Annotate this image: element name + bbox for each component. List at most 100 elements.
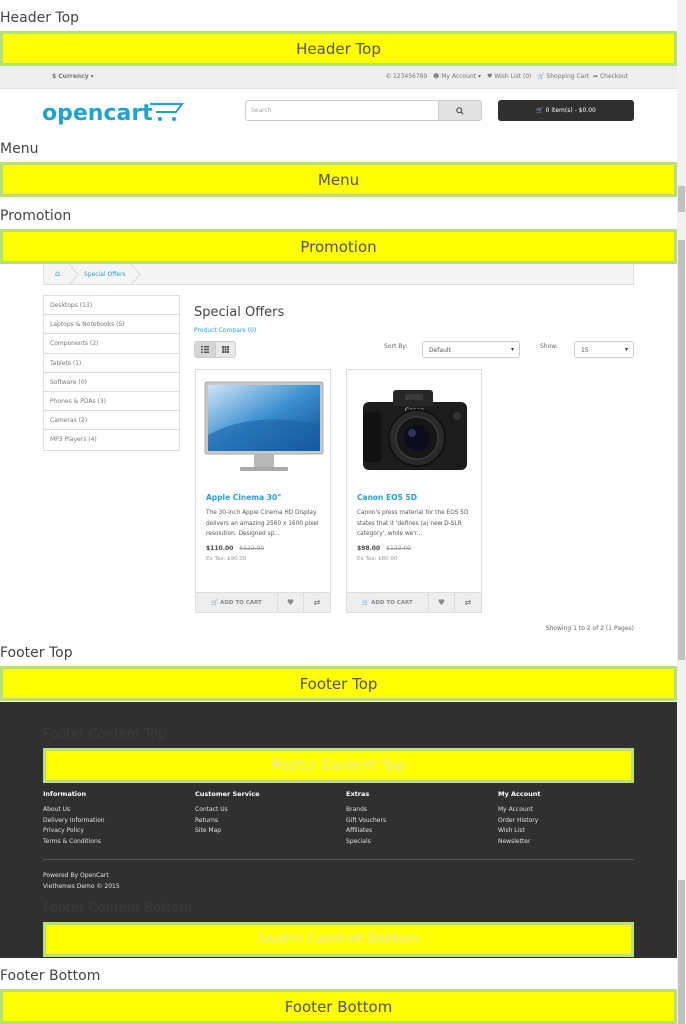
breadcrumb-special-offers[interactable]: Special Offers <box>84 271 126 278</box>
footer-heading: Customer Service <box>195 790 260 798</box>
currency-dropdown[interactable]: $ Currency ▾ <box>52 73 94 80</box>
footer-link[interactable]: Privacy Policy <box>43 826 105 837</box>
category-item[interactable]: Cameras (2) <box>44 411 179 431</box>
product-name-link[interactable]: Apple Cinema 30" <box>206 493 281 502</box>
footer-content-bottom-block: Footer Content Bottom <box>43 922 634 957</box>
caret-down-icon: ▾ <box>510 346 514 353</box>
footer-content-top-label: Footer Content Top <box>43 727 167 742</box>
footer-bottom-label: Footer Bottom <box>0 968 101 984</box>
product-tax: Ex Tax: $80.00 <box>357 556 398 562</box>
footer-column-customer-service: Customer Service Contact Us Returns Site… <box>195 790 260 837</box>
list-icon <box>200 346 209 353</box>
footer-link[interactable]: Contact Us <box>195 805 260 816</box>
heart-icon: ♥ <box>487 73 493 80</box>
footer-link[interactable]: Specials <box>346 837 386 848</box>
logo-text: opencart <box>42 101 153 126</box>
footer-link[interactable]: Delivery Information <box>43 816 105 827</box>
footer-link[interactable]: Affiliates <box>346 826 386 837</box>
menu-block: Menu <box>0 162 677 197</box>
exchange-icon: ⇄ <box>313 598 321 607</box>
cart-icon: 🛒 <box>536 107 544 114</box>
copyright-text: Viethemes Demo © 2015 <box>43 882 120 890</box>
footer-content-bottom-label: Footer Content Bottom <box>43 901 193 916</box>
footer-top-block: Footer Top <box>0 666 677 701</box>
product-button-bar: 🛒 ADD TO CART ♥ ⇄ <box>347 592 481 612</box>
caret-down-icon: ▾ <box>624 346 628 353</box>
category-item[interactable]: Components (2) <box>44 334 179 354</box>
view-toggle <box>194 341 236 358</box>
product-tax: Ex Tax: $90.00 <box>206 556 247 562</box>
footer-link[interactable]: Order History <box>498 816 541 827</box>
product-card-canon-eos: Canon Canon EOS 5D Canon's press materia… <box>346 369 482 613</box>
search-button[interactable] <box>438 100 482 121</box>
opencart-logo[interactable]: opencart <box>42 98 187 130</box>
show-label: Show: <box>540 343 558 350</box>
product-image-monitor[interactable] <box>204 380 324 475</box>
my-account-link[interactable]: ☻ My Account ▾ <box>433 73 481 80</box>
category-item[interactable]: MP3 Players (4) <box>44 430 179 449</box>
cart-icon: 🛒 <box>211 599 219 606</box>
footer-link[interactable]: Wish List <box>498 826 541 837</box>
cart-icon: 🛒 <box>537 73 545 80</box>
checkout-link[interactable]: ➦ Checkout <box>593 73 628 80</box>
product-card-apple-cinema: Apple Cinema 30" The 30-inch Apple Cinem… <box>195 369 331 613</box>
wishlist-button[interactable]: ♥ <box>278 593 304 612</box>
footer-link[interactable]: About Us <box>43 805 105 816</box>
product-name-link[interactable]: Canon EOS 5D <box>357 493 417 502</box>
add-to-cart-button[interactable]: 🛒 ADD TO CART <box>347 593 429 612</box>
search-icon <box>456 106 464 115</box>
exchange-icon: ⇄ <box>464 598 472 607</box>
footer-link[interactable]: Site Map <box>195 826 260 837</box>
compare-button[interactable]: ⇄ <box>455 593 481 612</box>
breadcrumb-separator <box>130 264 141 285</box>
product-image-camera[interactable]: Canon <box>355 382 475 477</box>
list-view-button[interactable] <box>195 342 216 357</box>
compare-button[interactable]: ⇄ <box>304 593 330 612</box>
footer-link[interactable]: My Account <box>498 805 541 816</box>
category-item[interactable]: Desktops (13) <box>44 296 179 316</box>
footer-heading: Extras <box>346 790 370 798</box>
footer-link[interactable]: Returns <box>195 816 260 827</box>
footer-link[interactable]: Newsletter <box>498 837 541 848</box>
cart-button[interactable]: 🛒 0 item(s) - $0.00 <box>498 100 634 121</box>
product-compare-link[interactable]: Product Compare (0) <box>194 327 256 334</box>
scrollbar-thumb[interactable] <box>678 240 685 660</box>
menu-label: Menu <box>0 141 39 157</box>
product-description: The 30-inch Apple Cinema HD Display deli… <box>206 510 319 537</box>
scrollbar-thumb[interactable] <box>678 880 685 1024</box>
opencart-link[interactable]: OpenCart <box>80 872 109 879</box>
page-title: Special Offers <box>194 305 285 320</box>
footer-divider <box>43 859 634 860</box>
promotion-label: Promotion <box>0 208 72 224</box>
category-item[interactable]: Phones & PDAs (3) <box>44 392 179 412</box>
product-description: Canon's press material for the EOS 5D st… <box>357 510 469 537</box>
footer-top-label: Footer Top <box>0 645 73 661</box>
product-price: $110.00 $122.00 <box>206 545 265 552</box>
scrollbar-thumb[interactable] <box>678 186 685 212</box>
product-price: $98.00 $122.00 <box>357 545 411 552</box>
grid-view-button[interactable] <box>216 342 236 357</box>
header-top-block: Header Top <box>0 31 677 66</box>
home-icon[interactable]: ⌂ <box>55 269 60 278</box>
category-item[interactable]: Tablets (1) <box>44 354 179 373</box>
limit-select[interactable]: 15 ▾ <box>574 341 634 358</box>
footer-column-extras: Extras Brands Gift Vouchers Affiliates S… <box>346 790 386 847</box>
category-item[interactable]: Laptops & Notebooks (5) <box>44 315 179 335</box>
footer-link[interactable]: Brands <box>346 805 386 816</box>
breadcrumb: ⌂ Special Offers <box>43 264 634 285</box>
wishlist-button[interactable]: ♥ <box>429 593 455 612</box>
heart-icon: ♥ <box>437 598 446 607</box>
add-to-cart-button[interactable]: 🛒 ADD TO CART <box>196 593 278 612</box>
shopping-cart-link[interactable]: 🛒 Shopping Cart <box>537 73 589 80</box>
footer-bottom-block: Footer Bottom <box>0 989 677 1024</box>
search-input[interactable]: Search <box>245 100 439 121</box>
phone-link[interactable]: ✆ 123456789 <box>386 73 427 80</box>
footer-link[interactable]: Gift Vouchers <box>346 816 386 827</box>
caret-down-icon: ▾ <box>477 73 481 80</box>
footer-content-top-block: Footer Content Top <box>43 748 634 783</box>
sort-select[interactable]: Default ▾ <box>422 341 520 358</box>
category-item[interactable]: Software (0) <box>44 373 179 392</box>
footer-link[interactable]: Terms & Conditions <box>43 837 105 848</box>
header-top-label: Header Top <box>0 10 80 26</box>
wish-list-link[interactable]: ♥ Wish List (0) <box>487 73 532 80</box>
